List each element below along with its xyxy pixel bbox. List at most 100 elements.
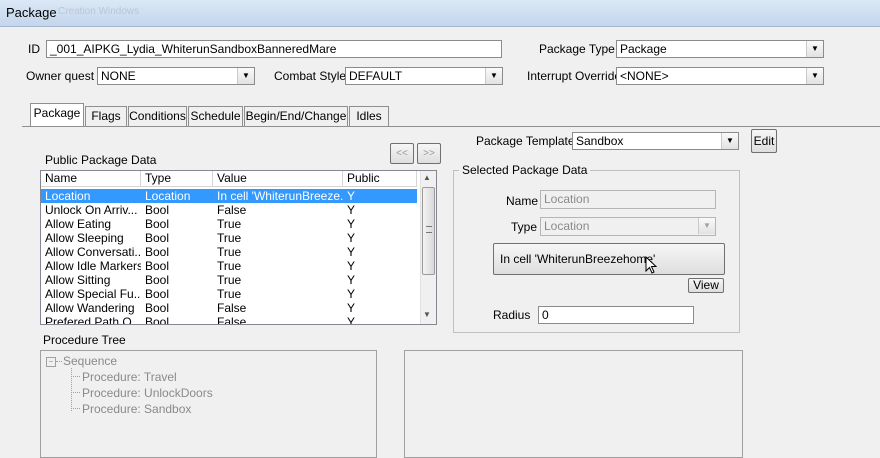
table-cell: Y xyxy=(347,259,356,273)
type-label: Type xyxy=(511,220,538,234)
interrupt-override-dropdown[interactable]: <NONE> ▼ xyxy=(616,67,824,85)
table-cell: True xyxy=(217,287,242,301)
tab-conditions[interactable]: Conditions xyxy=(128,106,187,126)
type-value: Location xyxy=(544,219,590,233)
table-row[interactable]: Allow Wandering Bool False Y xyxy=(41,301,417,315)
owner-quest-dropdown[interactable]: NONE ▼ xyxy=(97,67,255,85)
package-template-dropdown[interactable]: Sandbox ▼ xyxy=(572,132,739,150)
table-cell: True xyxy=(217,245,242,259)
table-row[interactable]: Prefered Path O... Bool False Y xyxy=(41,315,417,324)
table-row[interactable]: Unlock On Arriv... Bool False Y xyxy=(41,203,417,217)
procedure-details-panel xyxy=(404,350,743,458)
prev-button[interactable]: << xyxy=(390,143,414,164)
scroll-thumb[interactable] xyxy=(422,187,435,275)
view-button[interactable]: View xyxy=(688,278,724,293)
tree-connector xyxy=(71,376,80,377)
table-cell: Allow Wandering xyxy=(45,301,135,315)
public-data-rows: Location Location In cell 'WhiterunBreeze.… xyxy=(41,189,417,324)
table-cell: False xyxy=(217,301,247,315)
owner-quest-label: Owner quest xyxy=(26,69,95,83)
table-cell: Unlock On Arriv... xyxy=(45,203,138,217)
name-label: Name xyxy=(506,194,539,208)
chevron-down-icon: ▼ xyxy=(698,218,715,234)
table-cell: Y xyxy=(347,245,356,259)
tree-item-travel[interactable]: Procedure: Travel xyxy=(82,370,177,384)
table-cell: Bool xyxy=(145,315,170,324)
table-cell: Allow Special Fu... xyxy=(45,287,141,301)
package-template-label: Package Template xyxy=(476,134,575,148)
next-button[interactable]: >> xyxy=(417,143,441,164)
package-type-value: Package xyxy=(620,42,667,56)
tree-item-unlockdoors[interactable]: Procedure: UnlockDoors xyxy=(82,386,213,400)
table-cell: Y xyxy=(347,189,356,203)
name-field[interactable]: Location xyxy=(540,190,716,209)
table-row[interactable]: Allow Eating Bool True Y xyxy=(41,217,417,231)
scroll-down-icon[interactable]: ▼ xyxy=(423,310,431,319)
table-row[interactable]: Allow Sleeping Bool True Y xyxy=(41,231,417,245)
tab-package[interactable]: Package xyxy=(30,103,84,127)
column-header-public[interactable]: Public xyxy=(343,171,417,187)
location-button[interactable]: In cell 'WhiterunBreezehome' xyxy=(493,243,725,275)
window-ghost-title: Creation Windows xyxy=(58,6,140,17)
tree-item-sandbox[interactable]: Procedure: Sandbox xyxy=(82,402,191,416)
tab-begin-end-change[interactable]: Begin/End/Change xyxy=(244,106,348,126)
table-cell: Bool xyxy=(145,301,170,315)
chevron-down-icon: ▼ xyxy=(485,68,502,84)
table-cell: Bool xyxy=(145,245,170,259)
type-dropdown[interactable]: Location ▼ xyxy=(540,217,716,236)
tree-connector xyxy=(71,392,80,393)
scroll-up-icon[interactable]: ▲ xyxy=(423,173,431,182)
tree-item-sequence[interactable]: Sequence xyxy=(63,354,117,368)
chevron-down-icon: ▼ xyxy=(721,133,738,149)
tree-connector xyxy=(71,408,80,409)
id-field[interactable]: _001_AIPKG_Lydia_WhiterunSandboxBannered… xyxy=(46,40,502,58)
table-row[interactable]: Allow Conversati... Bool True Y xyxy=(41,245,417,259)
table-row[interactable]: Allow Idle Markers Bool True Y xyxy=(41,259,417,273)
table-cell: True xyxy=(217,231,242,245)
tab-panel-border xyxy=(22,126,880,127)
table-cell: Bool xyxy=(145,203,170,217)
title-bar: Package Creation Windows xyxy=(0,0,880,27)
tab-flags[interactable]: Flags xyxy=(85,106,127,126)
id-label: ID xyxy=(28,42,40,56)
table-cell: Bool xyxy=(145,287,170,301)
radius-field[interactable]: 0 xyxy=(538,306,694,324)
table-cell: Location xyxy=(45,189,91,203)
combat-style-value: DEFAULT xyxy=(349,69,403,83)
column-header-type[interactable]: Type xyxy=(141,171,213,187)
table-cell: Y xyxy=(347,231,356,245)
mouse-cursor-icon xyxy=(645,255,659,279)
package-type-dropdown[interactable]: Package ▼ xyxy=(616,40,824,58)
table-cell: Location xyxy=(145,189,191,203)
table-cell: Y xyxy=(347,203,356,217)
window-title: Package xyxy=(6,5,57,20)
column-header-value[interactable]: Value xyxy=(213,171,343,187)
column-header-name[interactable]: Name xyxy=(41,171,141,187)
table-row[interactable]: Allow Special Fu... Bool True Y xyxy=(41,287,417,301)
table-cell: Allow Eating xyxy=(45,217,112,231)
table-cell: Bool xyxy=(145,259,170,273)
chevron-down-icon: ▼ xyxy=(806,68,823,84)
procedure-tree-view[interactable]: − Sequence Procedure: Travel Procedure: … xyxy=(40,350,377,458)
interrupt-override-label: Interrupt Override xyxy=(527,69,622,83)
table-row[interactable]: Location Location In cell 'WhiterunBreeze.… xyxy=(41,189,417,203)
tab-idles[interactable]: Idles xyxy=(349,106,389,126)
table-row[interactable]: Allow Sitting Bool True Y xyxy=(41,273,417,287)
table-cell: Prefered Path O... xyxy=(45,315,141,324)
procedure-tree-label: Procedure Tree xyxy=(43,333,126,347)
combat-style-dropdown[interactable]: DEFAULT ▼ xyxy=(345,67,503,85)
tree-connector xyxy=(71,368,72,411)
selected-package-data-label: Selected Package Data xyxy=(459,163,591,177)
table-cell: Bool xyxy=(145,273,170,287)
public-data-list[interactable]: Name Type Value Public Location Location I… xyxy=(40,170,437,325)
table-cell: Y xyxy=(347,287,356,301)
table-cell: Bool xyxy=(145,217,170,231)
table-cell: False xyxy=(217,203,247,217)
chevron-down-icon: ▼ xyxy=(806,41,823,57)
tab-schedule[interactable]: Schedule xyxy=(188,106,243,126)
chevron-down-icon: ▼ xyxy=(237,68,254,84)
vertical-scrollbar[interactable]: ▲ ▼ xyxy=(420,171,436,324)
collapse-icon[interactable]: − xyxy=(46,357,56,367)
table-cell: In cell 'WhiterunBreeze... xyxy=(217,189,343,203)
edit-button[interactable]: Edit xyxy=(751,129,777,153)
